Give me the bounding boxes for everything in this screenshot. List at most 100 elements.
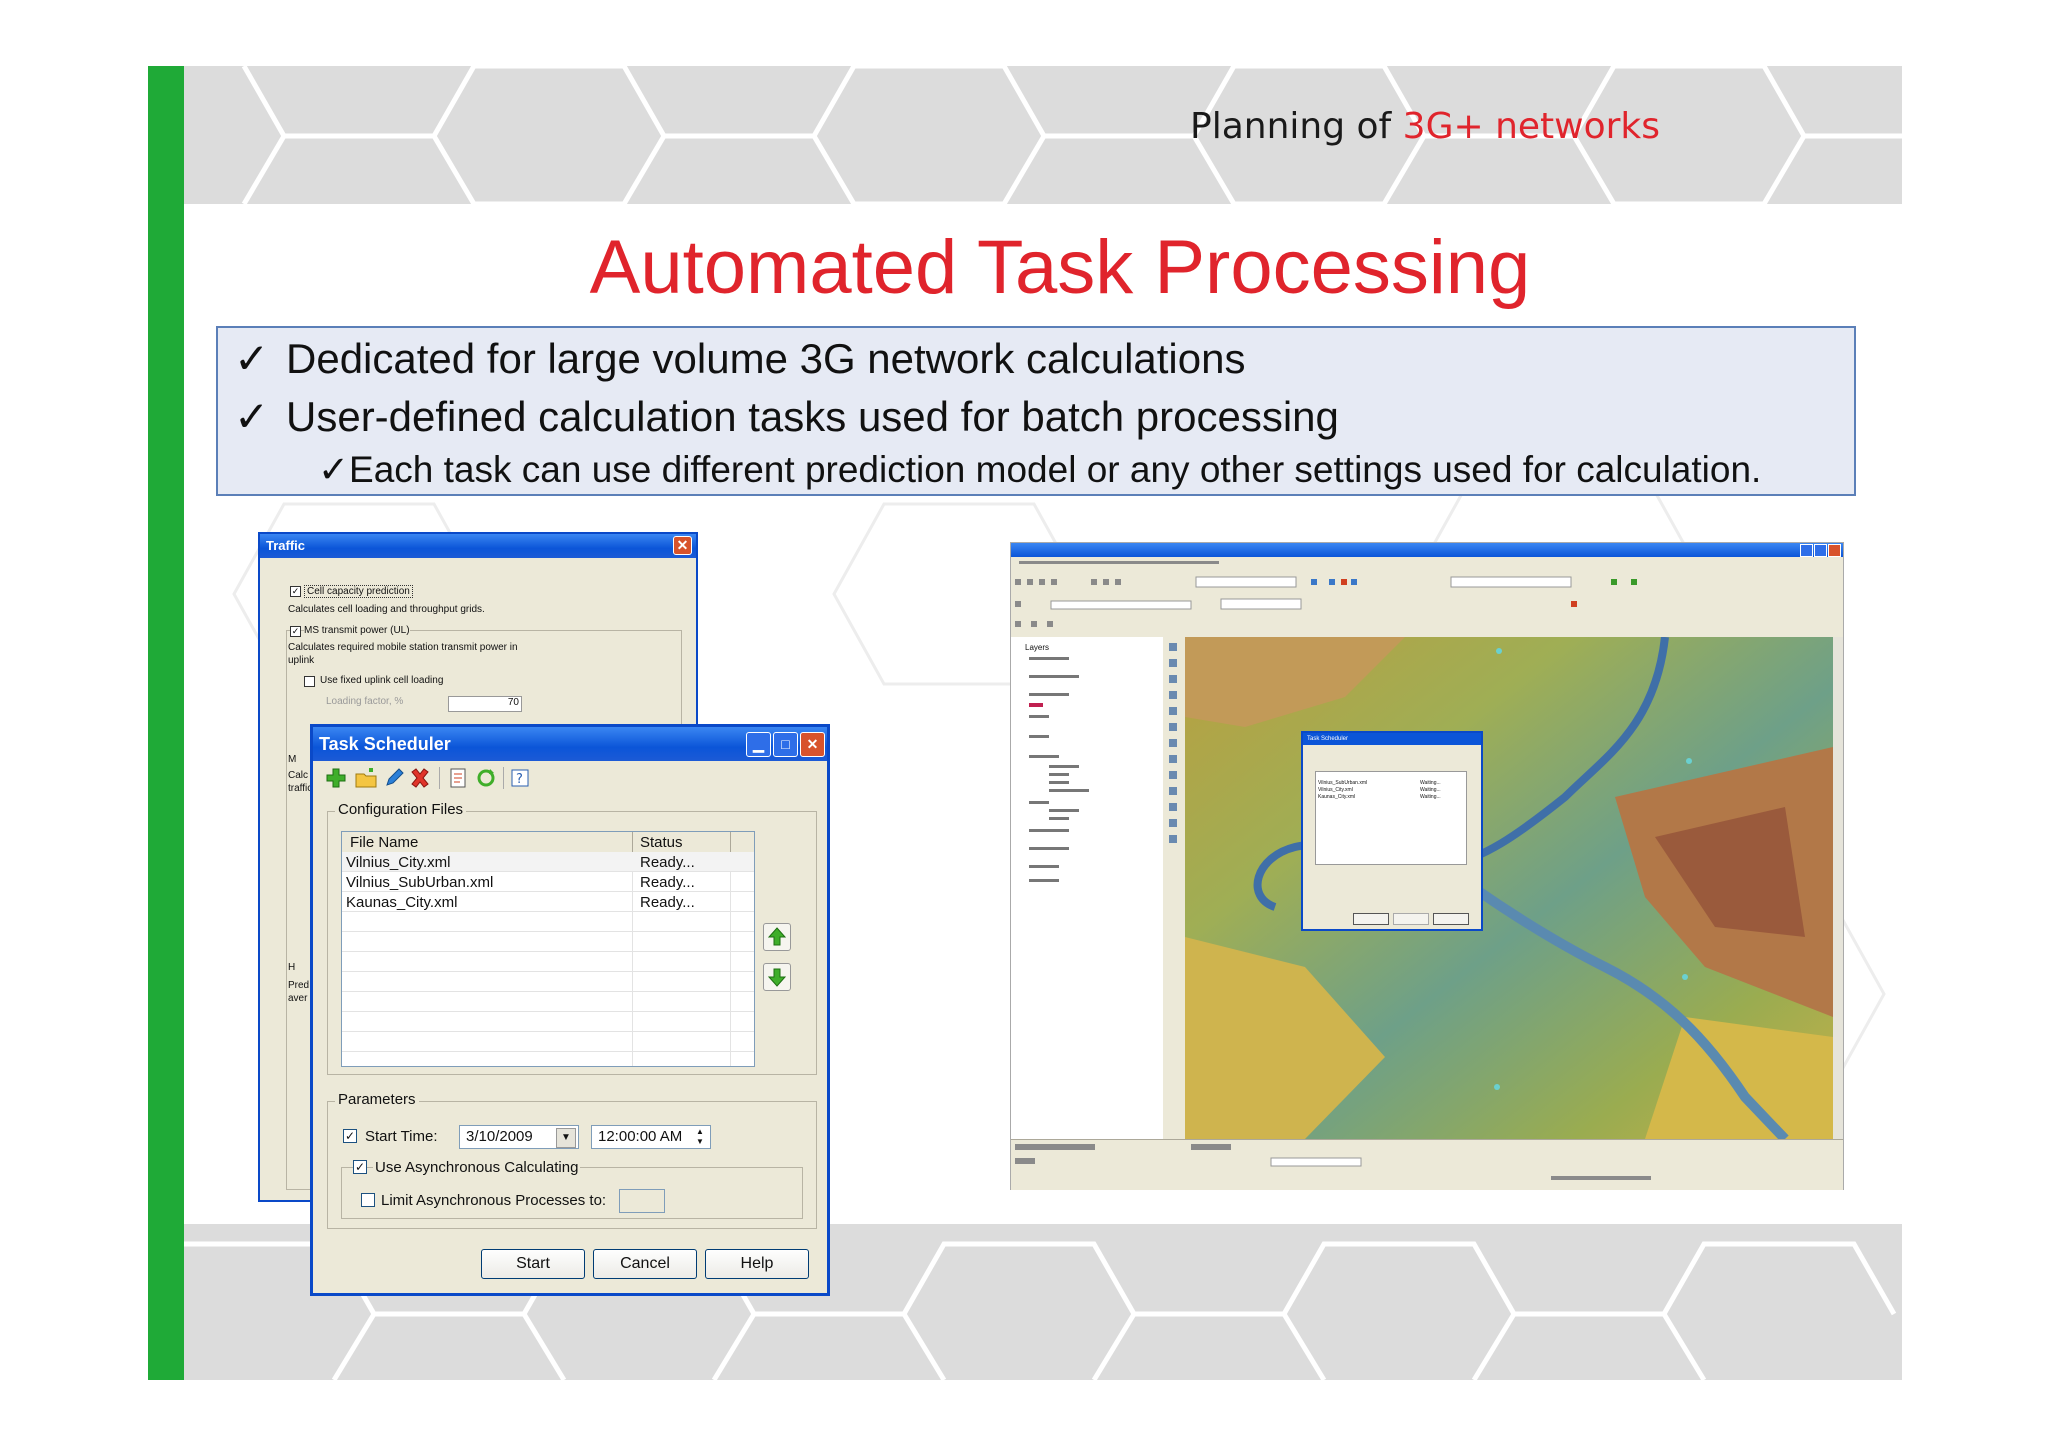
mini-file-cell: Vilnius_SubUrban.xml xyxy=(1318,780,1368,786)
mini-cancel-button[interactable] xyxy=(1393,913,1429,925)
fixed-loading-label: Use fixed uplink cell loading xyxy=(320,675,444,686)
gis-toolbars[interactable] xyxy=(1011,557,1843,638)
add-task-icon[interactable] xyxy=(325,767,347,789)
help-icon[interactable]: ? xyxy=(509,767,531,789)
partial-label: Calc xyxy=(288,770,309,781)
partial-label: aver xyxy=(288,993,308,1004)
arrow-up-icon xyxy=(767,927,787,946)
status-cell: Ready... xyxy=(640,894,695,911)
column-header-file[interactable]: File Name xyxy=(350,834,418,851)
traffic-titlebar: Traffic ✕ xyxy=(260,534,696,558)
table-row-empty xyxy=(342,1012,754,1032)
table-row-empty xyxy=(342,992,754,1012)
table-row-empty xyxy=(342,972,754,992)
file-name-cell: Kaunas_City.xml xyxy=(346,894,458,911)
mini-task-scheduler-dialog: Task Scheduler Vilnius_SubUrban.xml Wait… xyxy=(1301,731,1483,931)
loading-factor-input[interactable]: 70 xyxy=(448,696,522,712)
mini-file-cell: Kaunas_City.xml xyxy=(1318,794,1356,800)
refresh-icon[interactable] xyxy=(475,767,497,789)
close-icon[interactable]: ✕ xyxy=(673,536,692,555)
gis-status-area[interactable] xyxy=(1011,1139,1843,1190)
delete-icon[interactable] xyxy=(409,767,431,789)
minimize-icon[interactable] xyxy=(1800,544,1813,557)
column-header-status[interactable]: Status xyxy=(640,834,683,851)
cell-capacity-label: Cell capacity prediction xyxy=(304,585,413,598)
chevron-down-icon[interactable]: ▼ xyxy=(556,1128,576,1148)
help-button[interactable]: Help xyxy=(705,1249,809,1279)
header-prefix: Planning of xyxy=(1190,106,1403,147)
start-date-picker[interactable]: 3/10/2009 ▼ xyxy=(459,1125,579,1149)
ms-power-desc: Calculates required mobile station trans… xyxy=(288,642,518,653)
slide-header: Planning of 3G+ networks xyxy=(1190,106,1660,147)
limit-label: Limit Asynchronous Processes to: xyxy=(381,1192,607,1209)
table-row[interactable]: Kaunas_City.xml Ready... xyxy=(342,892,754,912)
cell-capacity-checkbox[interactable]: ✓ xyxy=(290,586,301,597)
properties-icon[interactable] xyxy=(447,767,469,789)
mini-status-cell: Waiting... xyxy=(1420,780,1441,786)
mini-status-cell: Waiting... xyxy=(1420,787,1441,793)
async-checkbox[interactable]: ✓ xyxy=(353,1160,367,1174)
partial-label: H xyxy=(288,962,296,973)
column-divider xyxy=(632,832,633,852)
task-scheduler-dialog: Task Scheduler ▁ □ ✕ ? Configuration Fil… xyxy=(310,724,830,1296)
scheduler-title: Task Scheduler xyxy=(319,734,451,754)
cell-capacity-desc: Calculates cell loading and throughput g… xyxy=(288,604,485,615)
arrow-down-icon xyxy=(767,968,787,987)
column-divider xyxy=(730,832,731,852)
close-icon[interactable]: ✕ xyxy=(800,732,825,757)
table-row-empty xyxy=(342,1032,754,1052)
mini-file-cell: Vilnius_City.xml xyxy=(1318,787,1353,793)
open-folder-icon[interactable] xyxy=(355,767,377,789)
edit-icon[interactable] xyxy=(383,767,405,789)
mini-dialog-title: Task Scheduler xyxy=(1303,733,1481,745)
start-button[interactable]: Start xyxy=(481,1249,585,1279)
bullet-text: Each task can use different prediction m… xyxy=(349,449,1762,490)
checkmark-icon: ✓ xyxy=(318,449,350,490)
layers-panel[interactable]: Layers xyxy=(1011,637,1164,1139)
tools-strip[interactable] xyxy=(1163,637,1185,1139)
spin-down-icon[interactable]: ▼ xyxy=(692,1137,708,1147)
map-view[interactable]: Task Scheduler Vilnius_SubUrban.xml Wait… xyxy=(1185,637,1833,1139)
vertical-scrollbar[interactable] xyxy=(1833,637,1843,1139)
cancel-button[interactable]: Cancel xyxy=(593,1249,697,1279)
toolbar-divider xyxy=(439,767,440,789)
table-row-empty xyxy=(342,932,754,952)
move-down-button[interactable] xyxy=(763,963,791,991)
table-row-empty xyxy=(342,912,754,932)
minimize-icon[interactable]: ▁ xyxy=(746,732,771,757)
scheduler-titlebar: Task Scheduler ▁ □ ✕ xyxy=(313,727,827,761)
bullet-text: Dedicated for large volume 3G network ca… xyxy=(286,335,1246,382)
fixed-loading-checkbox[interactable] xyxy=(304,676,315,687)
table-row[interactable]: Vilnius_City.xml Ready... xyxy=(342,852,754,872)
maximize-icon[interactable]: □ xyxy=(773,732,798,757)
limit-input[interactable] xyxy=(619,1189,665,1213)
ms-power-checkbox[interactable]: ✓ xyxy=(290,626,301,637)
files-table[interactable]: File Name Status Vilnius_City.xml Ready.… xyxy=(341,831,755,1067)
sub-bullet-item: ✓Each task can use different prediction … xyxy=(318,448,1761,491)
table-row[interactable]: Vilnius_SubUrban.xml Ready... xyxy=(342,872,754,892)
checkmark-icon: ✓ xyxy=(234,393,270,440)
table-header: File Name Status xyxy=(342,832,754,853)
close-icon[interactable] xyxy=(1828,544,1841,557)
start-time-checkbox[interactable]: ✓ xyxy=(343,1129,357,1143)
file-name-cell: Vilnius_City.xml xyxy=(346,854,451,871)
slide-title: Automated Task Processing xyxy=(589,225,1531,310)
move-up-button[interactable] xyxy=(763,923,791,951)
bullet-panel: ✓ Dedicated for large volume 3G network c… xyxy=(216,326,1856,496)
bullet-text: User-defined calculation tasks used for … xyxy=(286,393,1339,440)
partial-label: M xyxy=(288,754,297,765)
loading-factor-label: Loading factor, % xyxy=(326,696,404,707)
spin-up-icon[interactable]: ▲ xyxy=(692,1127,708,1137)
limit-checkbox[interactable] xyxy=(361,1193,375,1207)
mini-start-button[interactable] xyxy=(1353,913,1389,925)
table-row-empty xyxy=(342,952,754,972)
traffic-title: Traffic xyxy=(266,538,306,553)
status-cell: Ready... xyxy=(640,854,695,871)
partial-label: traffic xyxy=(288,783,313,794)
maximize-icon[interactable] xyxy=(1814,544,1827,557)
mini-help-button[interactable] xyxy=(1433,913,1469,925)
start-time-spinner[interactable]: 12:00:00 AM ▲ ▼ xyxy=(591,1125,711,1149)
ms-power-desc: uplink xyxy=(288,655,315,666)
async-label: Use Asynchronous Calculating xyxy=(373,1159,581,1176)
start-date-value: 3/10/2009 xyxy=(466,1128,533,1145)
